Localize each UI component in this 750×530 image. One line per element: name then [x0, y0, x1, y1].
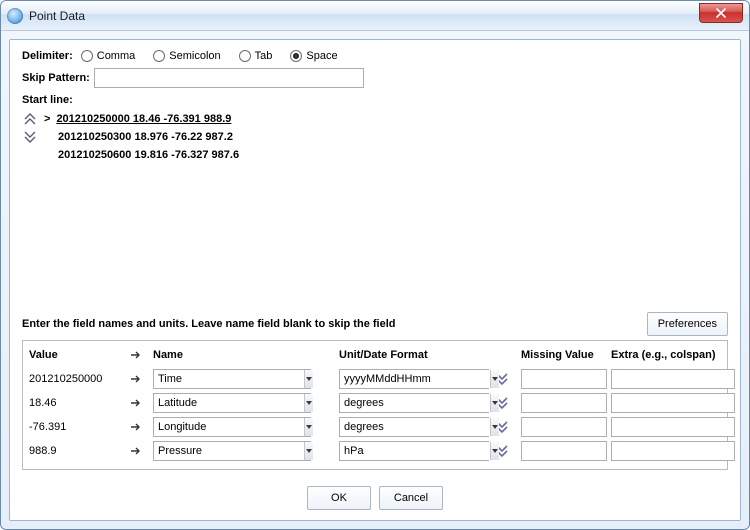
radio-label: Comma: [97, 50, 136, 62]
value-cell: 988.9: [29, 445, 125, 457]
app-icon: [7, 8, 23, 24]
fields-table: Value Name Unit/Date Format Missing Valu…: [22, 340, 728, 470]
extra-input[interactable]: [611, 369, 735, 389]
sample-line[interactable]: 201210250600 19.816 -76.327 987.6: [58, 149, 239, 161]
table-header-row: Value Name Unit/Date Format Missing Valu…: [29, 345, 721, 365]
skip-label: Skip Pattern:: [22, 72, 90, 84]
unit-combo[interactable]: [339, 417, 489, 437]
sample-line[interactable]: 201210250000 18.46 -76.391 988.9: [56, 113, 231, 125]
unit-combo[interactable]: [339, 393, 489, 413]
hdr-value: Value: [29, 349, 125, 361]
line-row: 201210250600 19.816 -76.327 987.6: [22, 146, 728, 164]
radio-tab[interactable]: Tab: [239, 50, 273, 62]
cancel-button[interactable]: Cancel: [379, 486, 443, 510]
radio-label: Semicolon: [169, 50, 220, 62]
sample-lines: > 201210250000 18.46 -76.391 988.9 20121…: [22, 110, 728, 164]
name-input[interactable]: [154, 442, 304, 460]
radio-space[interactable]: Space: [290, 50, 337, 62]
scroll-down-button[interactable]: [22, 130, 38, 144]
chevron-down-icon[interactable]: [490, 418, 499, 436]
extra-input[interactable]: [611, 441, 735, 461]
name-input[interactable]: [154, 418, 304, 436]
dialog-button-bar: OK Cancel: [22, 486, 728, 510]
name-input[interactable]: [154, 370, 304, 388]
delimiter-row: Delimiter: Comma Semicolon Tab: [22, 50, 728, 62]
radio-semicolon[interactable]: Semicolon: [153, 50, 220, 62]
chevron-down-icon[interactable]: [490, 442, 499, 460]
dialog-content: Delimiter: Comma Semicolon Tab: [9, 39, 741, 521]
hdr-name: Name: [153, 349, 311, 361]
name-input[interactable]: [154, 394, 304, 412]
hdr-missing: Missing Value: [521, 349, 607, 361]
radio-label: Tab: [255, 50, 273, 62]
chevron-down-icon[interactable]: [304, 370, 313, 388]
value-cell: 201210250000: [29, 373, 125, 385]
unit-input[interactable]: [340, 442, 490, 460]
radio-label: Space: [306, 50, 337, 62]
chevron-down-icon[interactable]: [304, 394, 313, 412]
skip-row: Skip Pattern:: [22, 68, 728, 88]
name-combo[interactable]: [153, 417, 311, 437]
chevron-double-up-icon: [23, 113, 37, 125]
radio-dot-icon: [290, 50, 302, 62]
table-row: 988.9: [29, 439, 721, 463]
table-row: -76.391: [29, 415, 721, 439]
missing-input[interactable]: [521, 369, 607, 389]
chevron-down-icon[interactable]: [490, 394, 499, 412]
arrow-right-icon: [129, 396, 143, 410]
missing-input[interactable]: [521, 441, 607, 461]
value-cell: -76.391: [29, 421, 125, 433]
radio-dot-icon: [239, 50, 251, 62]
arrow-right-icon: [129, 348, 143, 362]
extra-input[interactable]: [611, 417, 735, 437]
chevron-down-icon[interactable]: [490, 370, 499, 388]
arrow-right-icon: [129, 444, 143, 458]
missing-input[interactable]: [521, 417, 607, 437]
startline-row: Start line:: [22, 94, 728, 106]
extra-input[interactable]: [611, 393, 735, 413]
unit-combo[interactable]: [339, 369, 489, 389]
name-combo[interactable]: [153, 369, 311, 389]
unit-input[interactable]: [340, 394, 490, 412]
sample-line[interactable]: 201210250300 18.976 -76.22 987.2: [58, 131, 233, 143]
arrow-right-icon: [129, 420, 143, 434]
value-cell: 18.46: [29, 397, 125, 409]
scroll-up-button[interactable]: [22, 112, 38, 126]
unit-input[interactable]: [340, 418, 490, 436]
hdr-unit: Unit/Date Format: [339, 349, 489, 361]
hdr-extra: Extra (e.g., colspan): [611, 349, 735, 361]
line-row: > 201210250000 18.46 -76.391 988.9: [22, 110, 728, 128]
table-row: 18.46: [29, 391, 721, 415]
name-combo[interactable]: [153, 393, 311, 413]
line-row: 201210250300 18.976 -76.22 987.2: [22, 128, 728, 146]
current-marker: >: [44, 113, 50, 125]
preferences-button[interactable]: Preferences: [647, 312, 728, 336]
unit-input[interactable]: [340, 370, 490, 388]
radio-dot-icon: [153, 50, 165, 62]
name-combo[interactable]: [153, 441, 311, 461]
close-icon: [716, 8, 726, 18]
radio-comma[interactable]: Comma: [81, 50, 136, 62]
instruction-text: Enter the field names and units. Leave n…: [22, 318, 395, 330]
ok-button[interactable]: OK: [307, 486, 371, 510]
chevron-double-down-icon: [23, 131, 37, 143]
dialog-window: Point Data Delimiter: Comma Semicolon: [0, 0, 750, 530]
skip-pattern-input[interactable]: [94, 68, 364, 88]
missing-input[interactable]: [521, 393, 607, 413]
close-button[interactable]: [699, 3, 743, 23]
instruction-row: Enter the field names and units. Leave n…: [22, 312, 728, 336]
radio-dot-icon: [81, 50, 93, 62]
chevron-down-icon[interactable]: [304, 418, 313, 436]
startline-label: Start line:: [22, 94, 73, 106]
window-title: Point Data: [29, 9, 85, 23]
delimiter-radio-group: Comma Semicolon Tab Space: [81, 50, 338, 62]
table-row: 201210250000: [29, 367, 721, 391]
arrow-right-icon: [129, 372, 143, 386]
titlebar: Point Data: [1, 1, 749, 31]
chevron-down-icon[interactable]: [304, 442, 313, 460]
unit-combo[interactable]: [339, 441, 489, 461]
delimiter-label: Delimiter:: [22, 50, 73, 62]
